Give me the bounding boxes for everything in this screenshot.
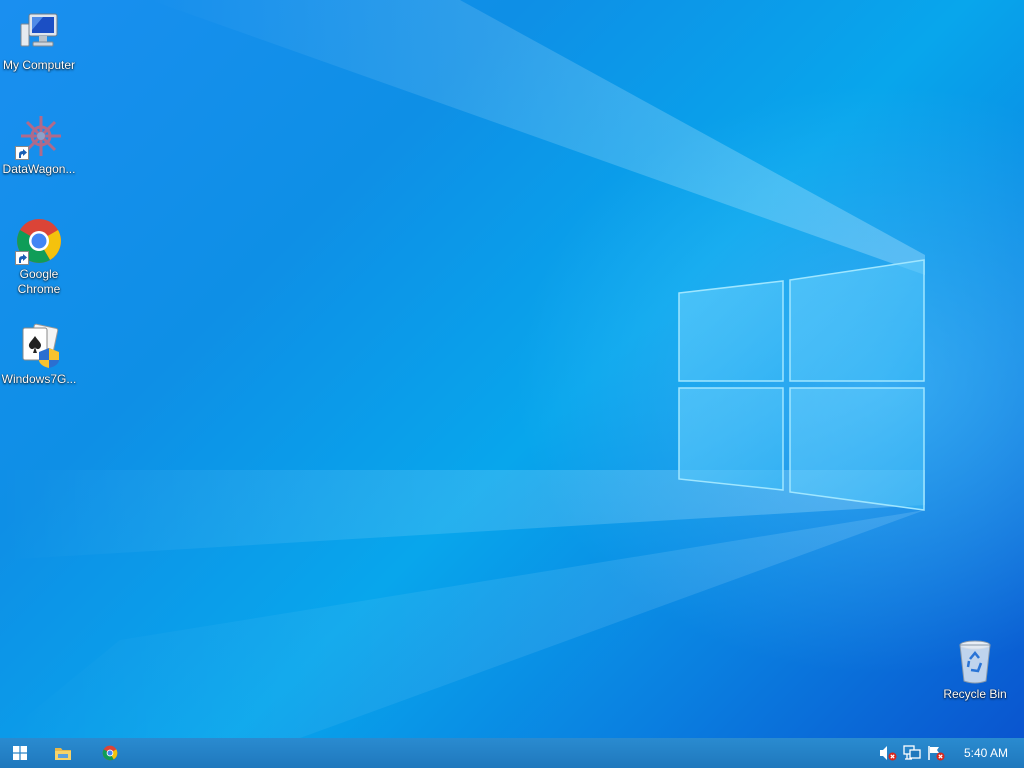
tray-volume[interactable] (876, 738, 900, 768)
tray-action-center[interactable] (924, 738, 948, 768)
desktop-icon-label: My Computer (2, 58, 76, 72)
computer-icon (15, 8, 63, 56)
taskbar-clock[interactable]: 5:40 AM (948, 746, 1024, 760)
shortcut-arrow-icon (15, 251, 29, 265)
desktop[interactable]: My Computer DataWagon... Google Chrome W… (0, 0, 1024, 738)
desktop-icon-datawagon[interactable]: DataWagon... (0, 112, 78, 177)
windows-logo-icon (13, 746, 27, 760)
desktop-icon-label: Google Chrome (17, 267, 61, 296)
desktop-icon-windows7-games[interactable]: Windows7G... (0, 322, 78, 387)
chrome-icon (102, 745, 118, 761)
start-button[interactable] (0, 738, 40, 768)
file-explorer-icon (55, 748, 71, 760)
datawagon-icon (15, 112, 63, 160)
volume-muted-icon (880, 746, 897, 761)
chrome-icon (15, 217, 63, 265)
shortcut-arrow-icon (15, 146, 29, 160)
desktop-icon-google-chrome[interactable]: Google Chrome (0, 217, 78, 297)
taskbar-chrome[interactable] (90, 738, 130, 768)
action-center-icon (928, 746, 945, 761)
wallpaper-windows-logo (678, 259, 925, 511)
tray-network[interactable] (900, 738, 924, 768)
desktop-icon-my-computer[interactable]: My Computer (0, 8, 78, 73)
desktop-icon-label: Recycle Bin (943, 687, 1007, 701)
solitaire-icon (15, 322, 63, 370)
system-tray: 5:40 AM (876, 738, 1024, 768)
desktop-icon-label: Windows7G... (1, 372, 77, 386)
taskbar-file-explorer[interactable] (43, 738, 83, 768)
desktop-icon-recycle-bin[interactable]: Recycle Bin (936, 637, 1014, 702)
recycle-bin-icon (951, 637, 999, 685)
taskbar: 5:40 AM (0, 738, 1024, 768)
desktop-icon-label: DataWagon... (2, 162, 76, 176)
wallpaper-light-beams (0, 0, 925, 738)
network-icon (903, 745, 921, 760)
